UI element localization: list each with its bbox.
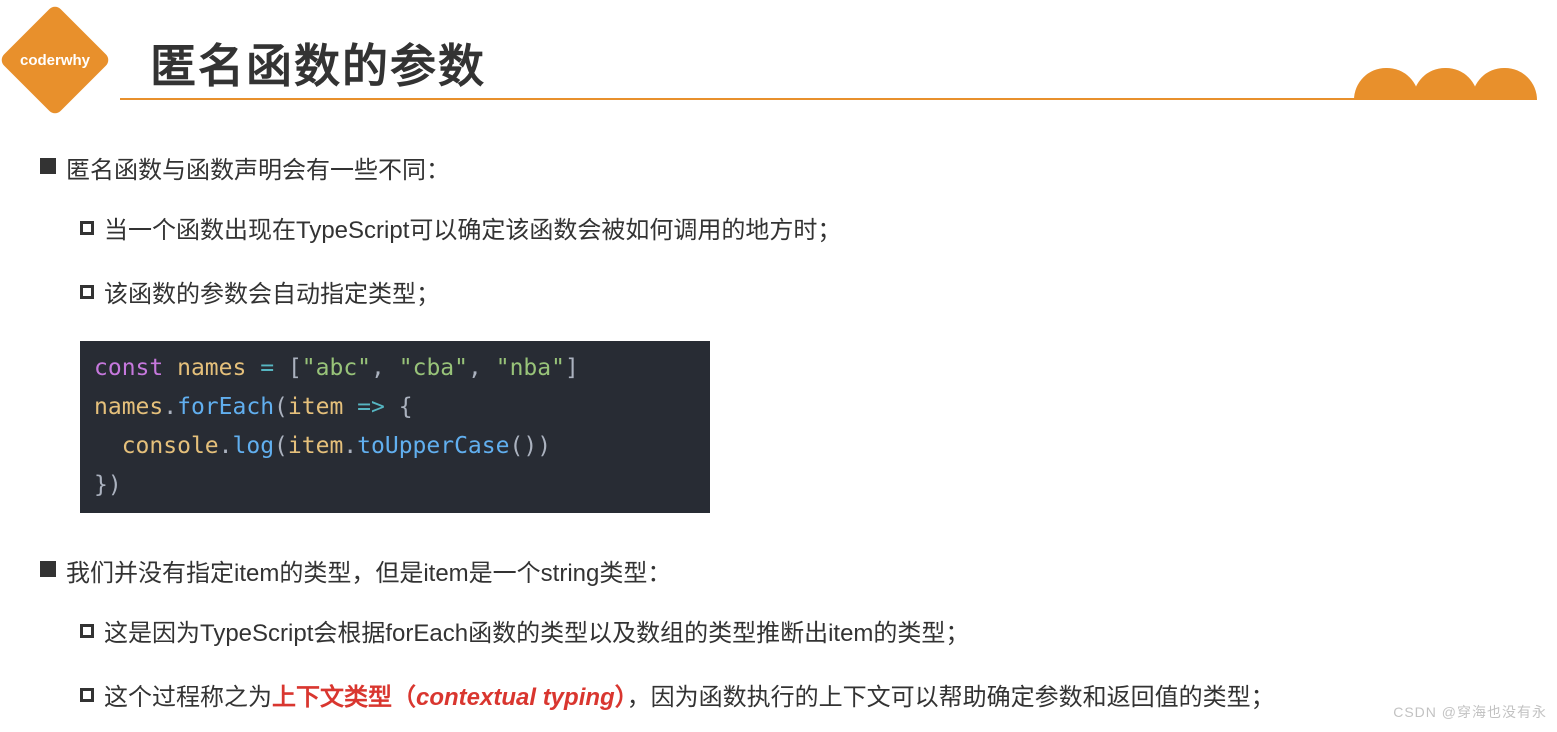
bullet-2: 我们并没有指定item的类型，但是item是一个string类型：: [40, 553, 1517, 588]
code-string: "abc": [302, 355, 371, 381]
bullet-2-2-pre: 这个过程称之为: [104, 684, 272, 711]
bullet-1: 匿名函数与函数声明会有一些不同：: [40, 150, 1517, 185]
code-op: =>: [357, 394, 385, 420]
code-punc: (: [274, 433, 288, 459]
code-param: item: [288, 433, 343, 459]
code-punc: .: [219, 433, 233, 459]
code-func: forEach: [177, 394, 274, 420]
term-en: contextual typing: [416, 684, 615, 711]
code-punc: ,: [371, 355, 385, 381]
code-punc: ): [537, 433, 551, 459]
code-punc: .: [163, 394, 177, 420]
logo: coderwhy: [10, 15, 100, 105]
code-obj: console: [122, 433, 219, 459]
wave-shape: [1413, 68, 1478, 100]
bullet-2-text: 我们并没有指定item的类型，但是item是一个string类型：: [66, 553, 671, 588]
slide-header: coderwhy 匿名函数的参数: [0, 0, 1557, 100]
code-param: item: [288, 394, 343, 420]
code-func: log: [233, 433, 275, 459]
bullet-2-2-post: ，因为函数执行的上下文可以帮助确定参数和返回值的类型；: [627, 684, 1275, 711]
slide-content: 匿名函数与函数声明会有一些不同： 当一个函数出现在TypeScript可以确定该…: [0, 100, 1557, 716]
code-obj: names: [94, 394, 163, 420]
code-indent: [94, 433, 122, 459]
code-punc: (: [274, 394, 288, 420]
bullet-2-1: 这是因为TypeScript会根据forEach函数的类型以及数组的类型推断出i…: [80, 616, 1517, 652]
code-punc: ): [523, 433, 537, 459]
watermark: CSDN @穿海也没有永: [1393, 702, 1547, 722]
bullet-2-1-text: 这是因为TypeScript会根据forEach函数的类型以及数组的类型推断出i…: [104, 616, 969, 652]
code-string: "nba": [496, 355, 565, 381]
code-punc: .: [343, 433, 357, 459]
bullet-1-2: 该函数的参数会自动指定类型；: [80, 277, 1517, 313]
bullet-1-1-text: 当一个函数出现在TypeScript可以确定该函数会被如何调用的地方时；: [104, 213, 841, 249]
slide-title: 匿名函数的参数: [150, 15, 1557, 96]
bullet-1-text: 匿名函数与函数声明会有一些不同：: [66, 150, 450, 185]
bullet-1-2-text: 该函数的参数会自动指定类型；: [104, 277, 440, 313]
bullet-2-2: 这个过程称之为上下文类型（contextual typing），因为函数执行的上…: [80, 680, 1517, 716]
code-block: const names = ["abc", "cba", "nba"] name…: [80, 341, 710, 513]
term-close: ）: [615, 684, 627, 711]
code-punc: }: [94, 472, 108, 498]
code-func: toUpperCase: [357, 433, 509, 459]
code-keyword: const: [94, 355, 163, 381]
logo-text: coderwhy: [10, 15, 100, 105]
code-punc: ,: [468, 355, 482, 381]
code-punc: [: [288, 355, 302, 381]
bullet-1-1: 当一个函数出现在TypeScript可以确定该函数会被如何调用的地方时；: [80, 213, 1517, 249]
bullet-2-2-text: 这个过程称之为上下文类型（contextual typing），因为函数执行的上…: [104, 680, 1275, 716]
decoration-waves: [1360, 68, 1537, 100]
wave-shape: [1354, 68, 1419, 100]
code-punc: ): [108, 472, 122, 498]
code-punc: {: [399, 394, 413, 420]
code-op: =: [260, 355, 274, 381]
term-cn: 上下文类型（: [272, 684, 416, 711]
code-string: "cba": [399, 355, 468, 381]
title-underline: [120, 98, 1527, 100]
wave-shape: [1472, 68, 1537, 100]
code-punc: (: [509, 433, 523, 459]
code-punc: ]: [565, 355, 579, 381]
code-var: names: [177, 355, 246, 381]
